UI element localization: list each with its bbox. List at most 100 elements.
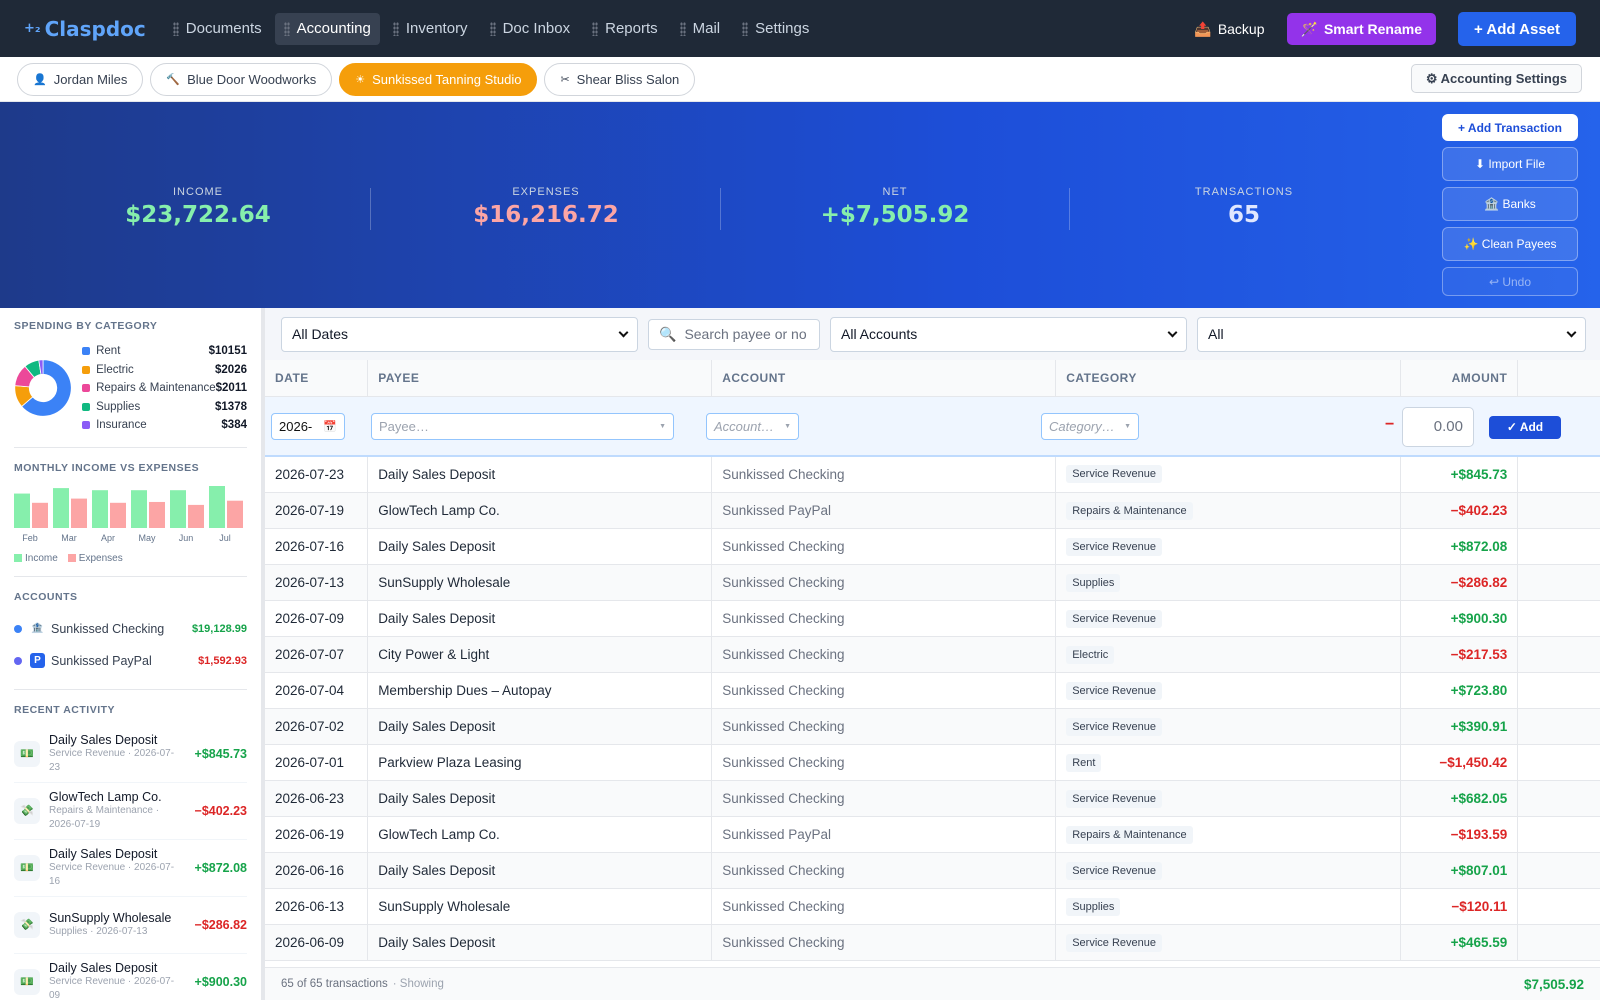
table-row[interactable]: 2026-06-13 SunSupply Wholesale Sunkissed C…: [265, 888, 1600, 925]
nav-item-inventory[interactable]: Inventory: [384, 13, 477, 45]
table-row[interactable]: 2026-07-02 Daily Sales Deposit Sunkissed C…: [265, 708, 1600, 745]
category-tag[interactable]: Repairs & Maintenance: [1066, 501, 1193, 520]
new-account-placeholder: Account…: [714, 418, 774, 434]
table-row[interactable]: 2026-07-09 Daily Sales Deposit Sunkissed C…: [265, 600, 1600, 637]
undo-button[interactable]: ↩ Undo: [1442, 267, 1578, 296]
import-file-button[interactable]: ⬇ Import File: [1442, 147, 1578, 181]
date-column-header[interactable]: DATE: [265, 360, 369, 397]
account-row[interactable]: P Sunkissed PayPal $1,592.93: [14, 645, 247, 677]
cell-account: Sunkissed Checking: [711, 672, 1057, 709]
category-column-header[interactable]: CATEGORY: [1055, 360, 1402, 397]
backup-label: Backup: [1217, 21, 1265, 37]
legend-category: Electric: [96, 363, 134, 376]
table-row[interactable]: 2026-07-13 SunSupply Wholesale Sunkissed C…: [265, 564, 1600, 601]
type-filter-select[interactable]: All: [1197, 316, 1586, 352]
drag-handle-icon: [489, 21, 496, 36]
account-filter-select[interactable]: All Accounts: [830, 316, 1187, 352]
new-category-input[interactable]: Category… ▼: [1041, 412, 1139, 440]
category-tag[interactable]: Service Revenue: [1066, 681, 1162, 700]
sidebar: SPENDING BY CATEGORY Rent $10151 Electric $…: [0, 308, 265, 1000]
app-name: Claspdoc: [44, 16, 146, 41]
transactions-label: TRANSACTIONS: [1194, 186, 1294, 198]
date-filter-select[interactable]: All Dates: [281, 316, 638, 352]
nav-item-accounting[interactable]: Accounting: [274, 12, 380, 45]
smart-rename-button[interactable]: 🪄 Smart Rename: [1286, 13, 1436, 45]
recent-activity-item[interactable]: 💵 Daily Sales Deposit Service Revenue · 20…: [14, 726, 247, 783]
app-logo[interactable]: +₂ Claspdoc: [24, 17, 146, 41]
payee-column-header[interactable]: PAYEE: [367, 360, 713, 397]
add-asset-button[interactable]: + Add Asset: [1458, 12, 1576, 46]
category-tag[interactable]: Service Revenue: [1066, 717, 1162, 736]
new-payee-input[interactable]: Payee… ▼: [371, 412, 674, 440]
cell-actions: [1517, 852, 1600, 889]
entity-pill[interactable]: 👤 Jordan Miles: [17, 62, 144, 96]
table-row[interactable]: 2026-07-07 City Power & Light Sunkissed Ch…: [265, 636, 1600, 673]
category-tag[interactable]: Service Revenue: [1066, 609, 1162, 628]
amount-sign-toggle[interactable]: −: [1385, 416, 1394, 434]
cell-actions: [1517, 564, 1600, 601]
cell-payee: Daily Sales Deposit: [367, 600, 713, 637]
table-row[interactable]: 2026-07-19 GlowTech Lamp Co. Sunkissed Pay…: [265, 492, 1600, 529]
table-row[interactable]: 2026-07-04 Membership Dues – Autopay Sunki…: [265, 672, 1600, 709]
nav-item-settings[interactable]: Settings: [733, 13, 818, 45]
table-row[interactable]: 2026-06-16 Daily Sales Deposit Sunkissed C…: [265, 852, 1600, 889]
new-account-input[interactable]: Account… ▼: [706, 412, 799, 440]
category-tag[interactable]: Service Revenue: [1066, 537, 1162, 556]
nav-item-reports[interactable]: Reports: [583, 13, 667, 45]
entity-pill[interactable]: ✂ Shear Bliss Salon: [544, 62, 696, 96]
category-tag[interactable]: Rent: [1066, 753, 1102, 772]
table-row[interactable]: 2026-07-01 Parkview Plaza Leasing Sunkisse…: [265, 744, 1600, 781]
recent-amount: +$845.73: [194, 746, 247, 761]
new-amount-input[interactable]: 0.00: [1402, 406, 1474, 447]
category-tag[interactable]: Service Revenue: [1066, 465, 1162, 484]
recent-activity-item[interactable]: 💸 SunSupply Wholesale Supplies · 2026-07-1…: [14, 897, 247, 954]
clean-payees-button[interactable]: ✨ Clean Payees: [1442, 227, 1578, 261]
account-column-header[interactable]: ACCOUNT: [711, 360, 1057, 397]
entity-pill[interactable]: ☀ Sunkissed Tanning Studio: [339, 62, 538, 96]
category-tag[interactable]: Supplies: [1066, 897, 1121, 916]
user-icon: 👤: [33, 73, 47, 86]
nav-item-documents[interactable]: Documents: [164, 13, 271, 45]
table-row[interactable]: 2026-07-23 Daily Sales Deposit Sunkissed C…: [265, 456, 1600, 493]
entity-pill[interactable]: 🔨 Blue Door Woodworks: [150, 62, 333, 96]
search-input[interactable]: 🔍 Search payee or no: [648, 318, 820, 350]
category-tag[interactable]: Repairs & Maintenance: [1066, 825, 1193, 844]
new-date-input[interactable]: 2026- 📅: [271, 412, 345, 440]
monthly-section: MONTHLY INCOME VS EXPENSES Feb Mar Apr May J…: [14, 462, 247, 577]
recent-activity-item[interactable]: 💵 Daily Sales Deposit Service Revenue · 20…: [14, 954, 247, 1000]
add-row-button[interactable]: ✓ Add: [1489, 415, 1561, 439]
table-row[interactable]: 2026-06-19 GlowTech Lamp Co. Sunkissed Pay…: [265, 816, 1600, 853]
category-tag[interactable]: Service Revenue: [1066, 789, 1162, 808]
amount-column-header[interactable]: AMOUNT: [1400, 360, 1519, 397]
legend-row: Electric $2026: [82, 361, 247, 380]
cell-amount: +$390.91: [1400, 708, 1519, 745]
accounting-settings-button[interactable]: ⚙ Accounting Settings: [1410, 64, 1582, 93]
category-tag[interactable]: Service Revenue: [1066, 933, 1162, 952]
accounts-title: ACCOUNTS: [14, 590, 78, 603]
cell-payee: SunSupply Wholesale: [367, 564, 713, 601]
monthly-title: MONTHLY INCOME VS EXPENSES: [14, 461, 200, 474]
cell-date: 2026-07-13: [265, 564, 369, 601]
category-tag[interactable]: Service Revenue: [1066, 861, 1162, 880]
sun-icon: ☀: [355, 73, 366, 86]
drag-handle-icon: [392, 21, 399, 36]
category-tag[interactable]: Electric: [1066, 645, 1115, 664]
backup-button[interactable]: 📤 Backup: [1194, 21, 1264, 38]
account-row[interactable]: 🏦 Sunkissed Checking $19,128.99: [14, 613, 247, 645]
nav-item-mail[interactable]: Mail: [671, 13, 730, 45]
category-tag[interactable]: Supplies: [1066, 573, 1121, 592]
nav-item-doc-inbox[interactable]: Doc Inbox: [481, 13, 580, 45]
recent-activity-item[interactable]: 💸 GlowTech Lamp Co. Repairs & Maintenance …: [14, 783, 247, 840]
income-bar: [170, 489, 186, 528]
cell-amount: −$1,450.42: [1400, 744, 1519, 781]
banks-button[interactable]: 🏦 Banks: [1442, 187, 1578, 221]
table-row[interactable]: 2026-06-09 Daily Sales Deposit Sunkissed C…: [265, 924, 1600, 961]
month-tick-label: Jul: [219, 533, 231, 543]
recent-activity-item[interactable]: 💵 Daily Sales Deposit Service Revenue · 20…: [14, 840, 247, 897]
add-transaction-button[interactable]: + Add Transaction: [1442, 114, 1578, 141]
recent-subtitle: Service Revenue · 2026-07-16: [49, 861, 175, 887]
cell-account: Sunkissed Checking: [711, 528, 1057, 565]
table-row[interactable]: 2026-07-16 Daily Sales Deposit Sunkissed C…: [265, 528, 1600, 565]
table-row[interactable]: 2026-06-23 Daily Sales Deposit Sunkissed C…: [265, 780, 1600, 817]
account-name: Sunkissed PayPal: [51, 653, 152, 668]
